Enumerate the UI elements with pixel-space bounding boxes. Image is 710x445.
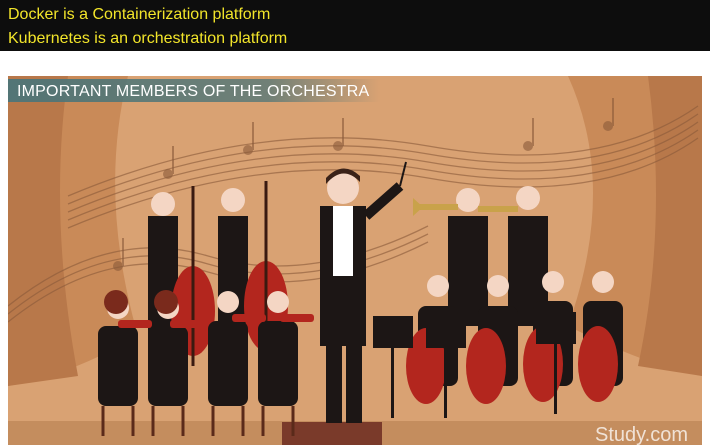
slide-title-banner: IMPORTANT MEMBERS OF THE ORCHESTRA — [8, 79, 380, 102]
orchestra-illustration — [8, 76, 702, 445]
video-slide: IMPORTANT MEMBERS OF THE ORCHESTRA Study… — [8, 76, 702, 445]
caption-line-docker: Docker is a Containerization platform — [8, 6, 271, 23]
study-com-watermark: Study.com — [595, 424, 688, 445]
caption-bar: Docker is a Containerization platform Ku… — [0, 0, 710, 51]
slide-title: IMPORTANT MEMBERS OF THE ORCHESTRA — [17, 83, 370, 100]
caption-line-kubernetes: Kubernetes is an orchestration platform — [8, 30, 288, 47]
